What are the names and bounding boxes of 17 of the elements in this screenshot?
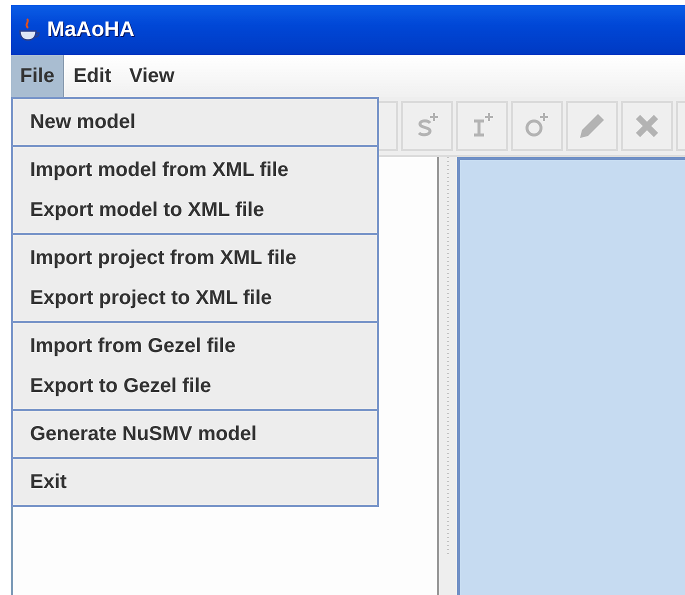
coffee-cup-icon	[17, 17, 41, 43]
menu-entry[interactable]: Export model to XML file	[13, 190, 377, 230]
menu-entry[interactable]: Export to Gezel file	[13, 366, 377, 406]
menu-entry[interactable]: Import project from XML file	[13, 238, 377, 278]
menu-entry[interactable]: Import from Gezel file	[13, 326, 377, 366]
window-title: MaAoHA	[47, 18, 134, 42]
menu-item[interactable]: Edit	[64, 55, 120, 97]
menu-entry[interactable]: Import model from XML file	[13, 150, 377, 190]
close-icon	[634, 113, 660, 139]
menu-entry[interactable]: Generate NuSMV model	[13, 414, 377, 454]
splitter[interactable]	[439, 157, 457, 595]
menu-item[interactable]: View	[120, 55, 184, 97]
pencil-icon	[577, 111, 607, 141]
menu-entry[interactable]: Exit	[13, 462, 377, 502]
menu-item[interactable]: File	[11, 55, 64, 97]
menu-entry[interactable]: Export project to XML file	[13, 278, 377, 318]
menu-entry[interactable]: New model	[13, 102, 377, 142]
